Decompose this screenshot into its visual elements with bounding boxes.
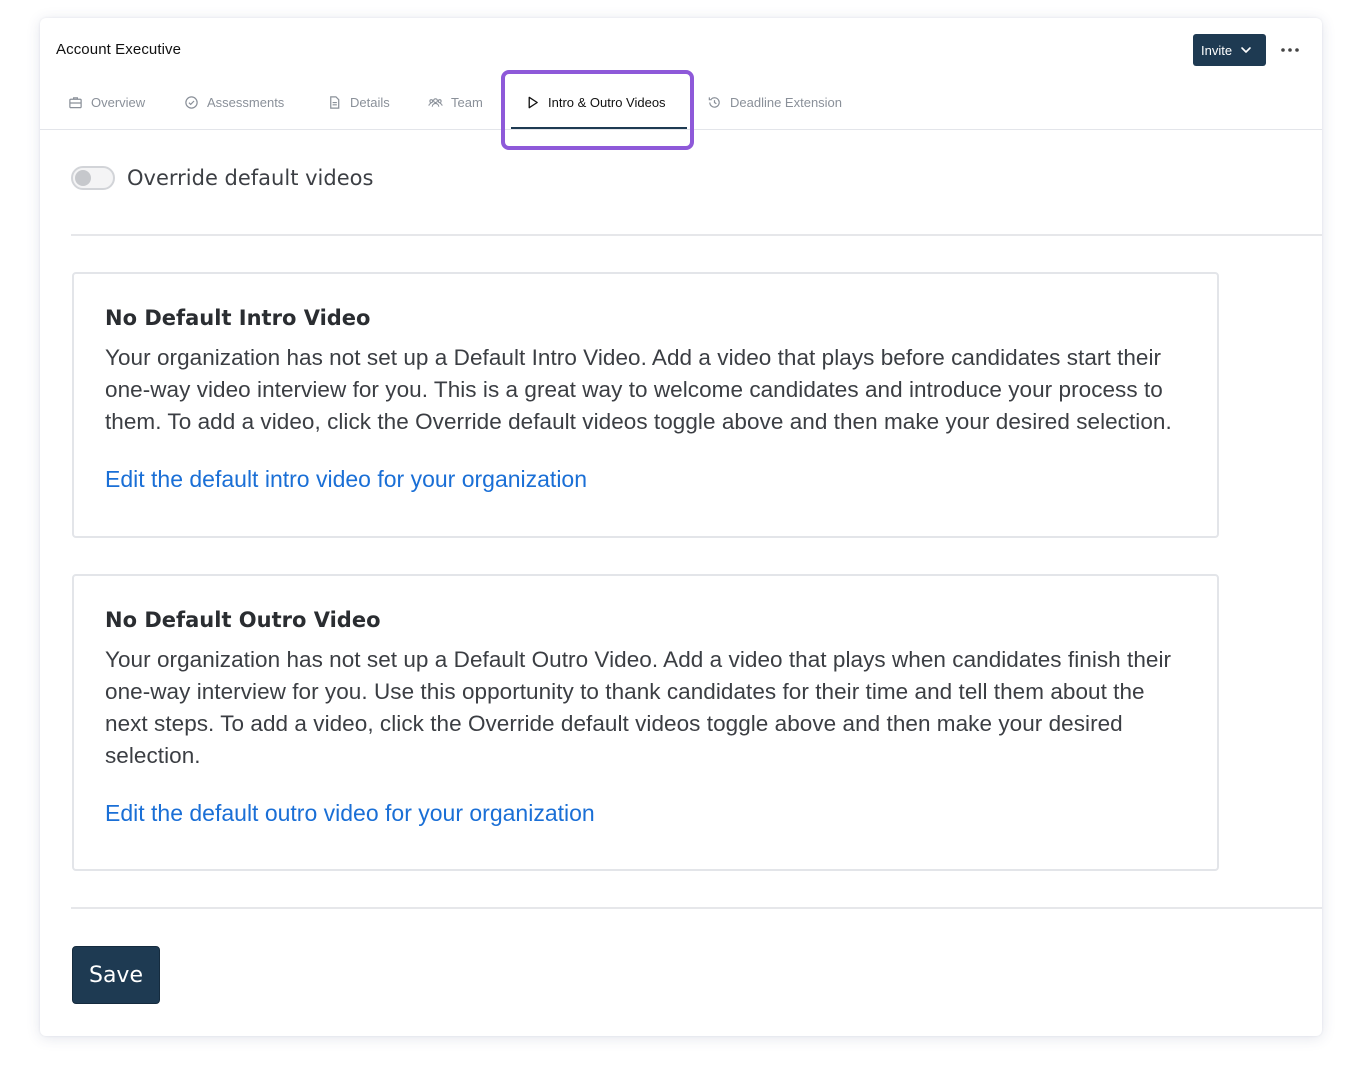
intro-heading: No Default Intro Video [105,306,371,330]
tab-overview[interactable]: Overview [68,90,145,114]
intro-video-box: No Default Intro Video Your organization… [72,272,1219,538]
team-icon [428,97,443,107]
tab-label: Assessments [207,94,285,110]
tab-deadline-extension[interactable]: Deadline Extension [707,90,842,114]
toggle-knob [75,170,91,186]
tab-label: Team [451,94,483,110]
tab-label: Overview [91,94,146,110]
check-circle-icon [185,95,198,109]
outro-video-box: No Default Outro Video Your organization… [72,574,1219,871]
override-toggle-row: Override default videos [71,166,373,190]
document-icon [330,95,340,109]
outro-description: Your organization has not set up a Defau… [105,647,1172,768]
tab-bar: Overview Assessments Details Team Intro … [40,80,1322,130]
page-title: Account Executive [56,41,182,58]
tab-intro-outro-videos[interactable]: Intro & Outro Videos [525,90,666,114]
active-tab-indicator [511,127,687,129]
briefcase-icon [69,96,82,108]
tab-assessments[interactable]: Assessments [184,90,284,114]
intro-description: Your organization has not set up a Defau… [105,345,1172,434]
more-horizontal-icon [1281,48,1299,52]
tab-details[interactable]: Details [327,90,390,114]
divider [71,907,1322,909]
invite-button[interactable]: Invite [1193,34,1266,66]
videos-panel: Override default videos No Default Intro… [40,131,1322,1036]
edit-intro-video-link[interactable]: Edit the default intro video for your or… [105,466,587,493]
override-toggle-label: Override default videos [127,166,374,190]
edit-outro-video-link[interactable]: Edit the default outro video for your or… [105,800,595,827]
tab-label: Deadline Extension [730,94,843,110]
more-options-button[interactable] [1278,38,1302,62]
outro-heading: No Default Outro Video [105,608,381,632]
invite-button-label: Invite [1201,42,1233,58]
history-icon [708,96,720,108]
job-card: Account Executive Invite Overview Assess… [40,18,1322,1036]
override-default-videos-toggle[interactable] [71,166,115,190]
play-icon [528,96,538,108]
save-button[interactable]: Save [72,946,160,1004]
chevron-down-icon [1241,47,1251,53]
tab-team[interactable]: Team [428,90,483,114]
tab-label: Intro & Outro Videos [548,94,666,110]
divider [71,234,1322,236]
tab-label: Details [350,94,390,110]
